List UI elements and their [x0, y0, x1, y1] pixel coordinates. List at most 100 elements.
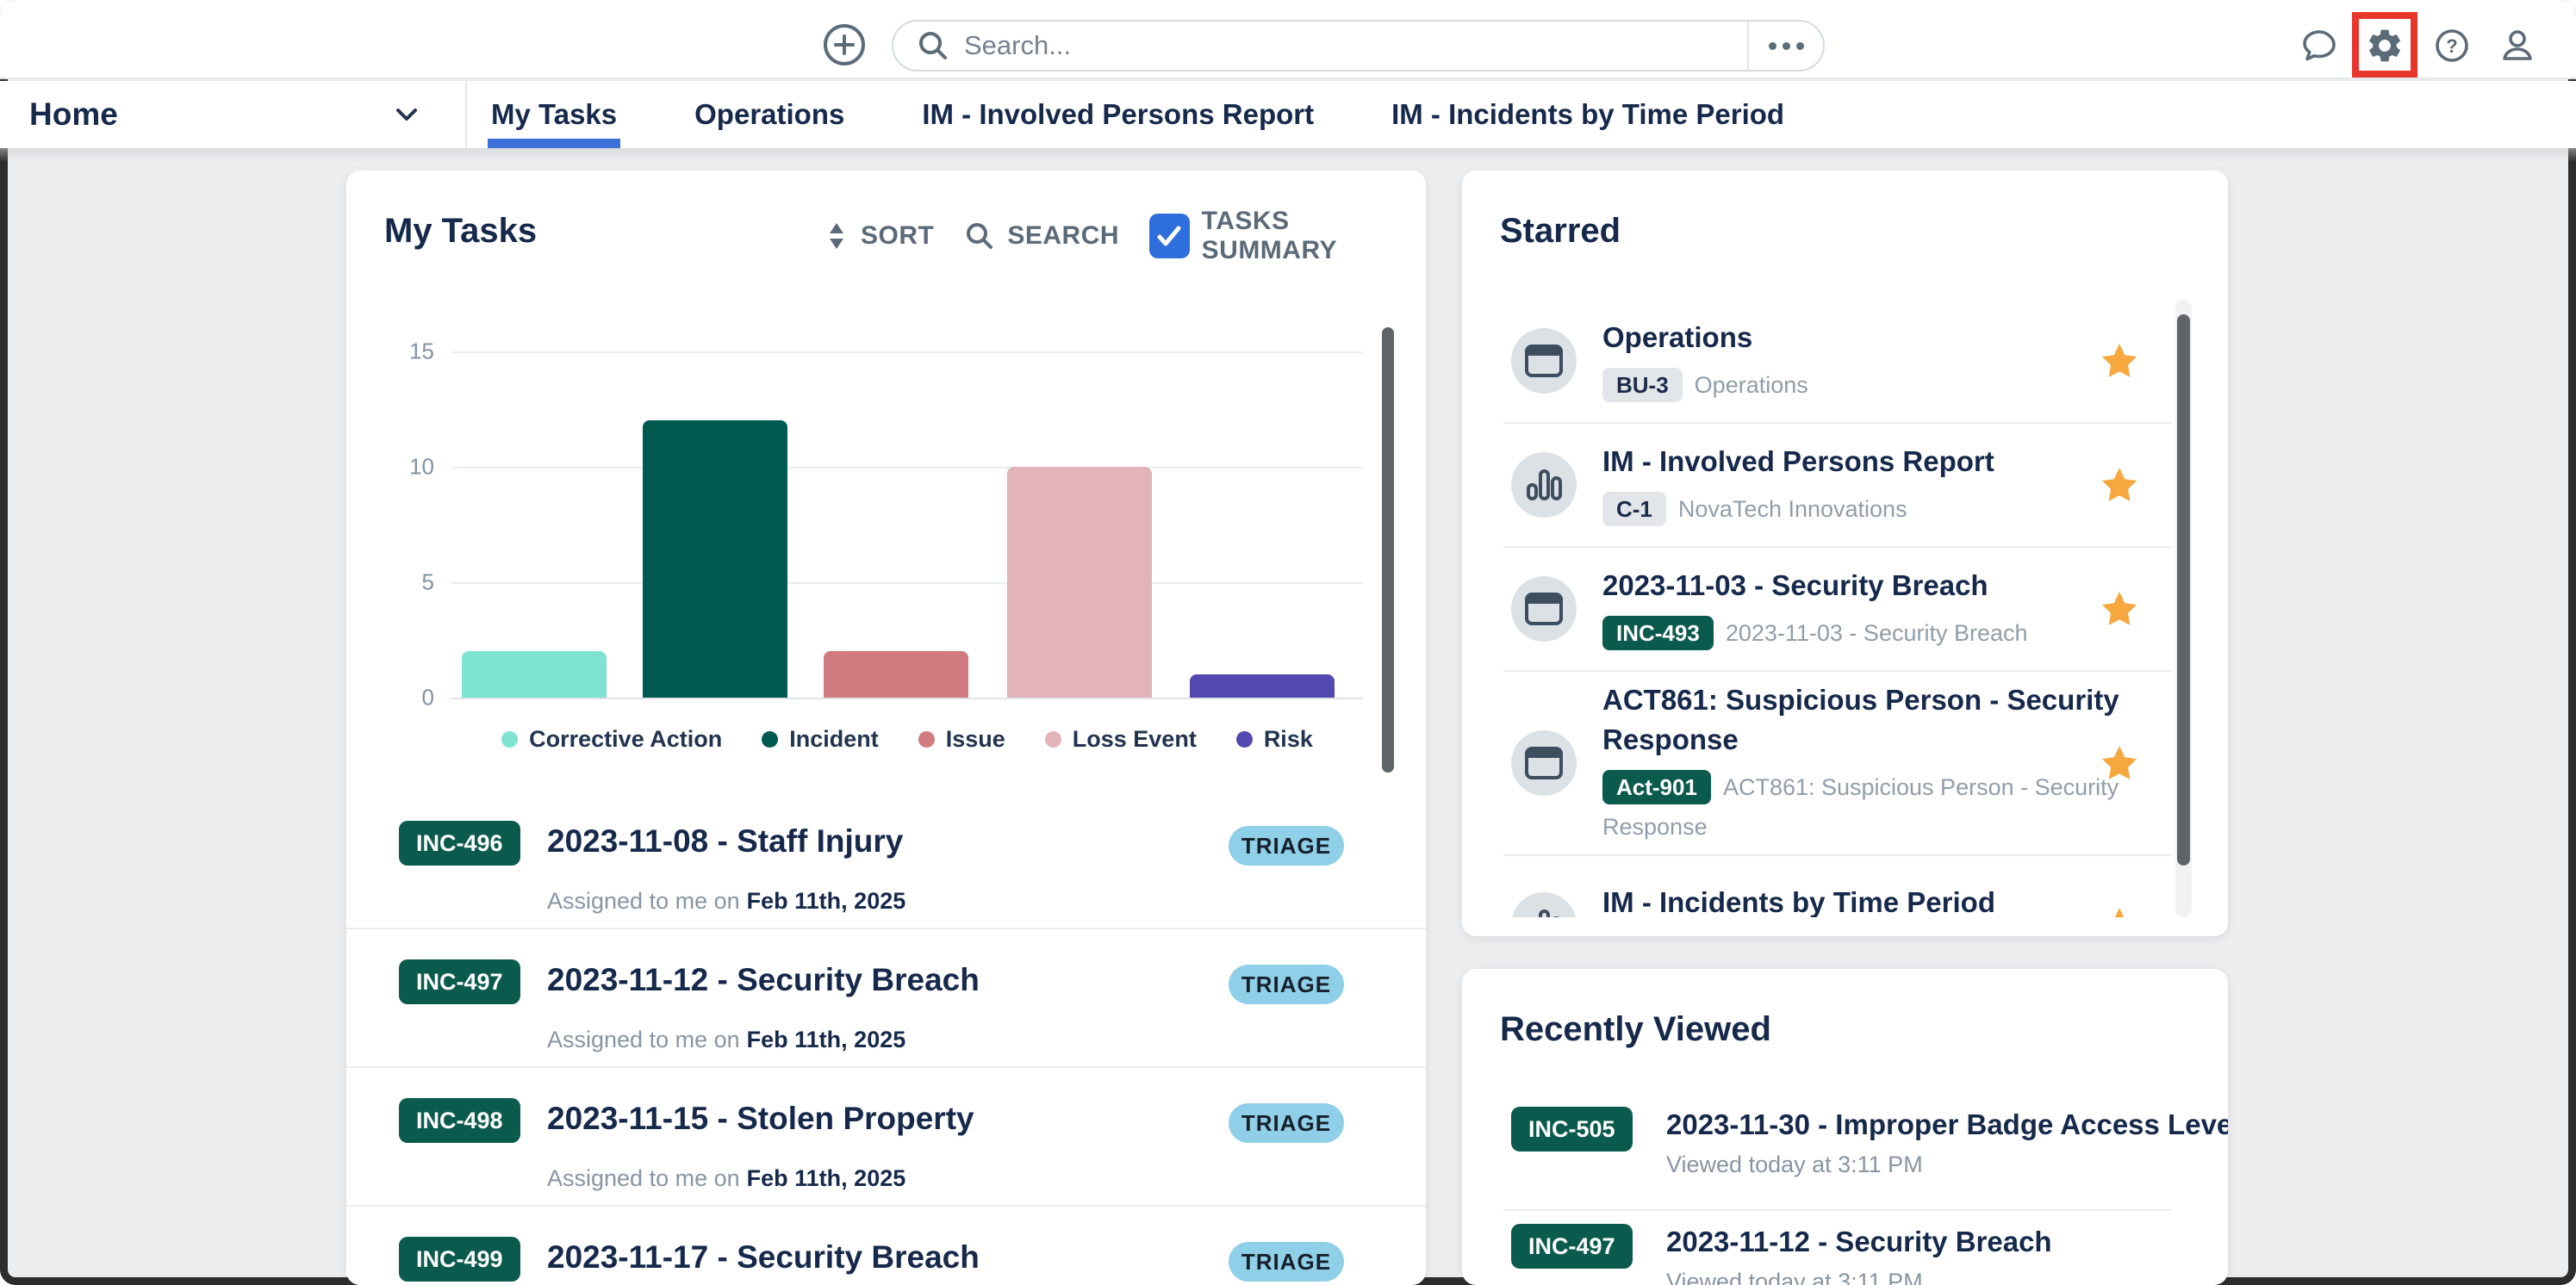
starred-list: Operations BU-3 Operations IM - Involved …: [1462, 300, 2228, 917]
bar-loss-event[interactable]: [1007, 467, 1152, 698]
starred-title: Starred: [1500, 212, 1621, 251]
recently-viewed-title: Recently Viewed: [1500, 1010, 1771, 1049]
recent-id-badge: INC-505: [1511, 1107, 1633, 1152]
starred-item-title: IM - Involved Persons Report: [1602, 442, 2137, 481]
legend-loss-event[interactable]: Loss Event: [1045, 726, 1197, 753]
y-tick-0: 0: [365, 685, 434, 711]
legend-label: Incident: [789, 726, 879, 753]
tasks-summary-chart: 15 10 5 0 Corrective Action Incident Iss…: [346, 171, 1426, 791]
tab-label: IM - Incidents by Time Period: [1391, 98, 1784, 131]
legend-dot: [501, 731, 518, 748]
tab-im-involved-persons-report[interactable]: IM - Involved Persons Report: [918, 81, 1317, 148]
tab-strip: My Tasks Operations IM - Involved Person…: [488, 81, 1788, 148]
add-icon[interactable]: [820, 21, 868, 69]
browser-window-icon: [1511, 328, 1577, 394]
gridline: [451, 467, 1363, 469]
starred-item[interactable]: 2023-11-03 - Security Breach INC-4932023…: [1462, 548, 2228, 670]
legend-incident[interactable]: Incident: [762, 726, 879, 753]
browser-window-icon: [1511, 730, 1577, 796]
chart-legend: Corrective Action Incident Issue Loss Ev…: [451, 726, 1363, 753]
starred-item[interactable]: ACT861: Suspicious Person - Security Res…: [1462, 672, 2228, 854]
status-badge: TRIAGE: [1229, 965, 1344, 1004]
nav-divider: [465, 81, 467, 148]
task-id-badge: INC-499: [399, 1237, 520, 1282]
x-axis-line: [451, 698, 1363, 699]
legend-dot: [918, 731, 935, 748]
task-assigned-meta: Assigned to me onFeb 11th, 2025: [547, 888, 905, 915]
recently-viewed-card: Recently Viewed INC-505 2023-11-30 - Imp…: [1462, 969, 2228, 1285]
starred-item-title: Operations: [1602, 318, 2137, 357]
recent-item-title: 2023-11-30 - Improper Badge Access Level: [1666, 1108, 2228, 1141]
starred-item-badge: Act-901: [1602, 770, 1711, 804]
status-badge: TRIAGE: [1229, 1242, 1344, 1282]
my-tasks-scrollbar-thumb[interactable]: [1382, 327, 1394, 773]
legend-dot: [1045, 731, 1061, 748]
starred-item-badge: INC-493: [1602, 616, 1714, 650]
user-profile-icon[interactable]: [2498, 26, 2537, 65]
chevron-down-icon: [391, 102, 422, 127]
top-bar: ?: [0, 0, 2576, 79]
svg-text:?: ?: [2446, 35, 2457, 57]
bar-chart-icon: [1511, 452, 1577, 518]
bar-risk[interactable]: [1190, 674, 1335, 698]
tab-label: Operations: [694, 98, 844, 131]
starred-item-badge: C-1: [1602, 492, 1666, 526]
tab-operations[interactable]: Operations: [691, 81, 848, 148]
starred-item-title: IM - Incidents by Time Period: [1602, 883, 2137, 917]
star-icon[interactable]: [2100, 745, 2138, 781]
app-window: ? Home My Tasks Operations IM - Involved…: [0, 0, 2576, 1285]
search-input[interactable]: [950, 30, 1747, 61]
y-tick-5: 5: [365, 569, 434, 596]
task-assigned-meta: Assigned to me onFeb 11th, 2025: [547, 1027, 905, 1053]
star-icon[interactable]: [2100, 343, 2138, 379]
bar-issue[interactable]: [824, 651, 968, 698]
tab-my-tasks[interactable]: My Tasks: [488, 81, 620, 148]
starred-scrollbar-thumb[interactable]: [2177, 314, 2190, 866]
starred-item-subtitle: Operations: [1695, 372, 1808, 398]
task-row[interactable]: INC-498 2023-11-15 - Stolen Property TRI…: [346, 1068, 1426, 1207]
search-icon: [916, 28, 950, 63]
tab-label: IM - Involved Persons Report: [922, 98, 1314, 131]
gridline: [451, 351, 1363, 353]
starred-item-subtitle: NovaTech Innovations: [1678, 496, 1907, 522]
recent-item-meta: Viewed today at 3:11 PM: [1666, 1269, 1923, 1285]
task-id-badge: INC-497: [399, 959, 520, 1004]
y-tick-15: 15: [365, 338, 434, 365]
starred-item[interactable]: IM - Involved Persons Report C-1 NovaTech…: [1462, 424, 2228, 546]
legend-issue[interactable]: Issue: [918, 726, 1005, 753]
starred-card: Starred Operations BU-3 Operations: [1462, 171, 2228, 936]
task-row[interactable]: INC-496 2023-11-08 - Staff Injury TRIAGE…: [346, 791, 1426, 929]
task-row[interactable]: INC-497 2023-11-12 - Security Breach TRI…: [346, 929, 1426, 1068]
starred-item[interactable]: IM - Incidents by Time Period: [1462, 856, 2228, 917]
home-dropdown[interactable]: Home: [29, 81, 434, 148]
divider: [1503, 1209, 2171, 1211]
chat-icon[interactable]: [2299, 26, 2339, 65]
more-options-icon[interactable]: [1749, 22, 1823, 70]
tab-label: My Tasks: [491, 98, 617, 131]
recent-item-title: 2023-11-12 - Security Breach: [1666, 1226, 2052, 1258]
starred-item-title: ACT861: Suspicious Person - Security Res…: [1602, 680, 2137, 760]
recent-item[interactable]: INC-497 2023-11-12 - Security Breach Vie…: [1462, 1224, 2228, 1285]
star-icon[interactable]: [2100, 907, 2138, 917]
starred-item-badge: BU-3: [1602, 368, 1683, 402]
star-icon[interactable]: [2100, 467, 2138, 503]
task-id-badge: INC-496: [399, 821, 520, 866]
bar-incident[interactable]: [643, 420, 787, 698]
legend-dot: [762, 731, 778, 748]
tab-im-incidents-by-time-period[interactable]: IM - Incidents by Time Period: [1388, 81, 1788, 148]
legend-corrective-action[interactable]: Corrective Action: [501, 726, 722, 753]
legend-label: Issue: [946, 726, 1005, 753]
star-icon[interactable]: [2100, 591, 2138, 627]
starred-item-subtitle: 2023-11-03 - Security Breach: [1726, 620, 2028, 646]
task-title: 2023-11-17 - Security Breach: [547, 1239, 980, 1276]
help-icon[interactable]: ?: [2432, 26, 2472, 65]
recent-item[interactable]: INC-505 2023-11-30 - Improper Badge Acce…: [1462, 1107, 2228, 1209]
task-row[interactable]: INC-499 2023-11-17 - Security Breach TRI…: [346, 1207, 1426, 1285]
legend-risk[interactable]: Risk: [1236, 726, 1313, 753]
search-bar: [892, 20, 1825, 71]
task-list: INC-496 2023-11-08 - Staff Injury TRIAGE…: [346, 791, 1426, 1285]
starred-item[interactable]: Operations BU-3 Operations: [1462, 300, 2228, 422]
bar-corrective-action[interactable]: [462, 651, 607, 698]
task-title: 2023-11-08 - Staff Injury: [547, 823, 903, 860]
legend-label: Corrective Action: [529, 726, 722, 753]
